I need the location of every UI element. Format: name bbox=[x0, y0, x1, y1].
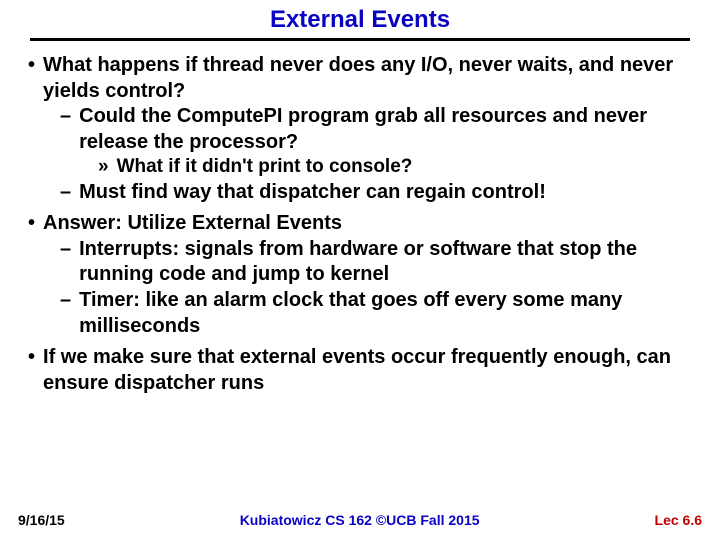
bullet-glyph-dot: • bbox=[28, 345, 43, 396]
slide: External Events • What happens if thread… bbox=[0, 0, 720, 540]
bullet-text: Timer: like an alarm clock that goes off… bbox=[79, 288, 692, 339]
bullet-text: If we make sure that external events occ… bbox=[43, 345, 692, 396]
bullet-text: Must find way that dispatcher can regain… bbox=[79, 180, 692, 206]
bullet-level1: • If we make sure that external events o… bbox=[28, 345, 692, 396]
bullet-level2: – Interrupts: signals from hardware or s… bbox=[60, 237, 692, 288]
bullet-level3: » What if it didn't print to console? bbox=[98, 155, 692, 179]
footer-date: 9/16/15 bbox=[18, 512, 65, 528]
title-bar: External Events bbox=[30, 0, 690, 41]
bullet-glyph-dash: – bbox=[60, 237, 79, 288]
footer-right: Lec 6.6 bbox=[655, 512, 702, 528]
bullet-text: What happens if thread never does any I/… bbox=[43, 53, 692, 104]
bullet-text: Could the ComputePI program grab all res… bbox=[79, 104, 692, 155]
slide-footer: 9/16/15 Kubiatowicz CS 162 ©UCB Fall 201… bbox=[0, 512, 720, 528]
bullet-glyph-dash: – bbox=[60, 180, 79, 206]
bullet-level1: • What happens if thread never does any … bbox=[28, 53, 692, 104]
bullet-text: What if it didn't print to console? bbox=[117, 155, 692, 179]
slide-body: • What happens if thread never does any … bbox=[0, 41, 720, 396]
bullet-glyph-dash: – bbox=[60, 104, 79, 155]
bullet-text: Interrupts: signals from hardware or sof… bbox=[79, 237, 692, 288]
footer-center: Kubiatowicz CS 162 ©UCB Fall 2015 bbox=[65, 512, 655, 528]
bullet-level2: – Could the ComputePI program grab all r… bbox=[60, 104, 692, 155]
bullet-glyph-dot: • bbox=[28, 53, 43, 104]
bullet-level2: – Must find way that dispatcher can rega… bbox=[60, 180, 692, 206]
bullet-glyph-dot: • bbox=[28, 211, 43, 237]
bullet-glyph-dash: – bbox=[60, 288, 79, 339]
bullet-level1: • Answer: Utilize External Events bbox=[28, 211, 692, 237]
slide-title: External Events bbox=[30, 0, 690, 38]
bullet-text: Answer: Utilize External Events bbox=[43, 211, 692, 237]
bullet-level2: – Timer: like an alarm clock that goes o… bbox=[60, 288, 692, 339]
bullet-glyph-raquo: » bbox=[98, 155, 117, 179]
